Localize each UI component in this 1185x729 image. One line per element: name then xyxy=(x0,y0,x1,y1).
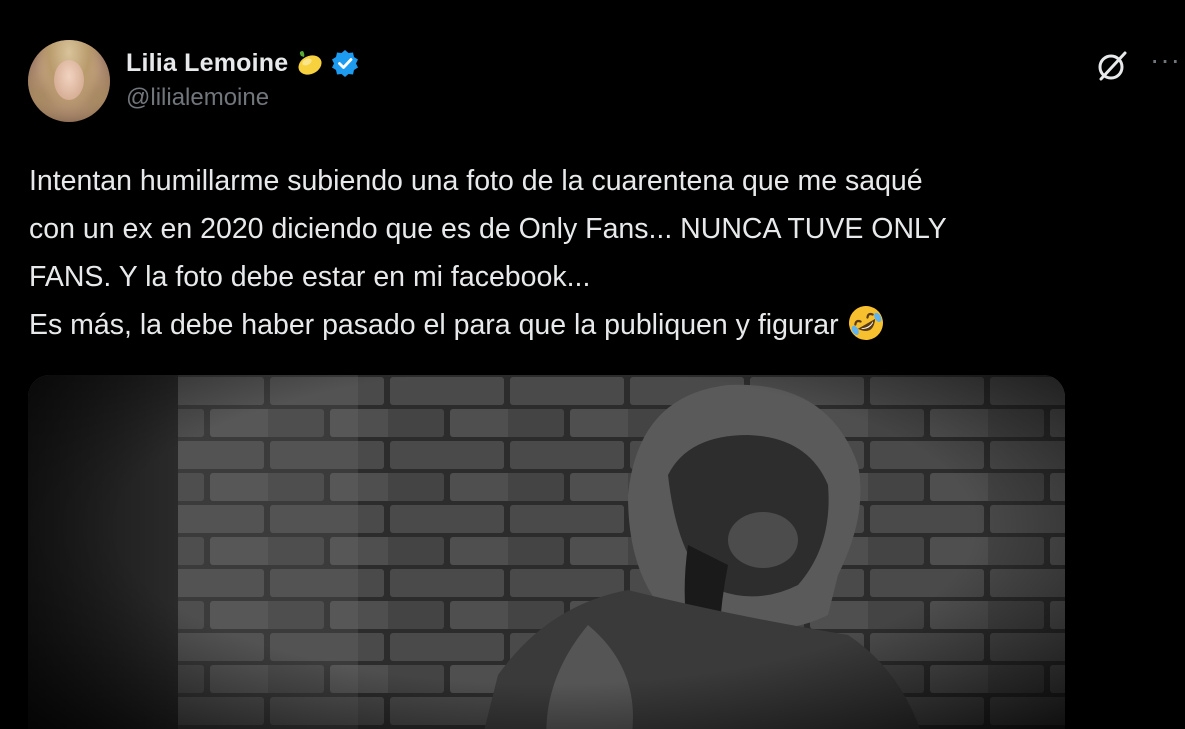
tweet-text-line: con un ex en 2020 diciendo que es de Onl… xyxy=(29,213,947,245)
tweet-text-line: Intentan humillarme subiendo una foto de… xyxy=(29,165,923,197)
tweet-text-line: FANS. Y la foto debe estar en mi faceboo… xyxy=(29,261,591,293)
tweet-text: Intentan humillarme subiendo una foto de… xyxy=(29,157,1169,349)
tweet-media-photo[interactable] xyxy=(28,375,1065,729)
rofl-emoji-icon xyxy=(845,302,887,344)
brick-wall-photo xyxy=(28,375,1065,729)
name-row: Lilia Lemoine xyxy=(126,46,360,80)
verified-icon xyxy=(330,48,360,78)
author-info: Lilia Lemoine @lilialemoine xyxy=(126,46,360,112)
tweet-text-line-last: Es más, la debe haber pasado el para que… xyxy=(29,301,1169,349)
author-handle[interactable]: @lilialemoine xyxy=(126,84,360,112)
author-avatar[interactable] xyxy=(28,40,110,122)
tweet-card: Lilia Lemoine @lilialemoine ··· Intentan… xyxy=(0,0,1185,729)
lemon-icon xyxy=(294,48,324,78)
author-display-name[interactable]: Lilia Lemoine xyxy=(126,49,288,78)
avatar-face xyxy=(54,60,84,100)
grok-icon[interactable] xyxy=(1094,48,1130,84)
tweet-text-line: Es más, la debe haber pasado el para que… xyxy=(29,309,839,341)
more-icon[interactable]: ··· xyxy=(1150,46,1185,80)
